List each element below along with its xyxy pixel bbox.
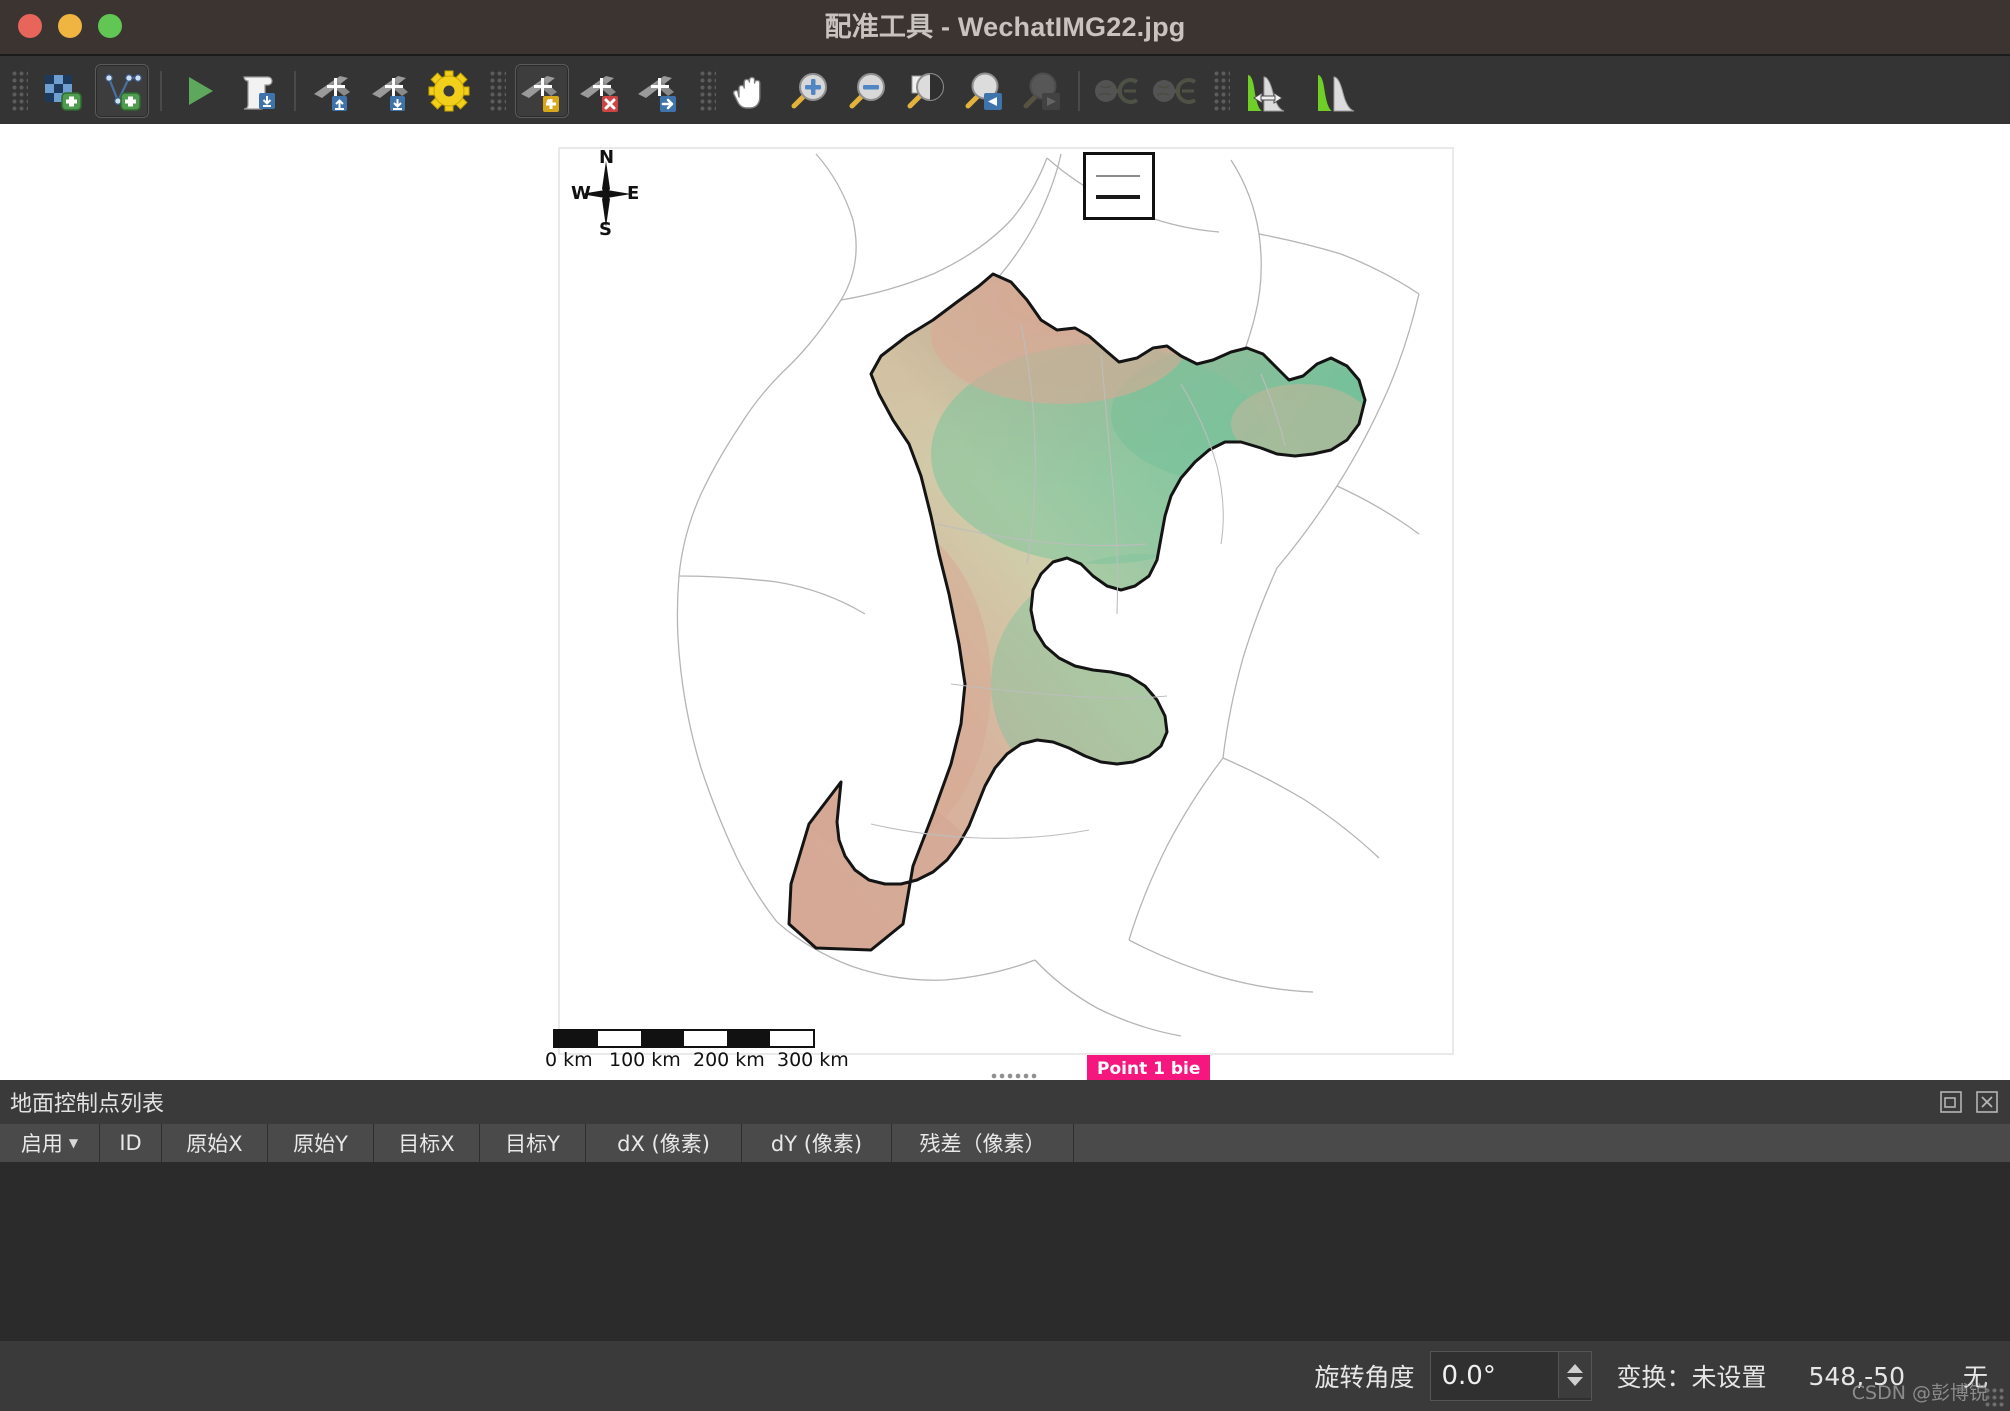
status-bar: 旋转角度 0.0° 变换：未设置 548,-50 无 CSDN @彭博锐: [0, 1340, 2010, 1411]
georeferencer-canvas[interactable]: N S W E 0 km 100 km 200 km 300 km: [0, 124, 2010, 1080]
chevron-down-icon: ▼: [69, 1136, 78, 1150]
add-point-button[interactable]: [515, 64, 569, 118]
toolbar-grip[interactable]: [10, 69, 28, 113]
legend-thin-line: [1096, 175, 1140, 177]
scalebar-tick-3: 300 km: [777, 1049, 849, 1071]
zoom-to-layer-button[interactable]: [899, 65, 951, 117]
scroll-save-icon: [235, 69, 279, 113]
toolbar-grip[interactable]: [488, 69, 506, 113]
rotation-value: 0.0°: [1441, 1361, 1495, 1391]
rotation-label: 旋转角度: [1314, 1358, 1414, 1394]
legend-thick-line: [1096, 195, 1140, 199]
scalebar-bar: [553, 1029, 815, 1048]
link-georeferencer-to-qgis-button[interactable]: [1091, 65, 1143, 117]
zoom-last-icon: [960, 68, 1006, 114]
hand-icon: [727, 67, 775, 115]
gcp-load-icon: [310, 68, 356, 114]
column-header-residual[interactable]: 残差（像素）: [892, 1124, 1074, 1162]
open-raster-button[interactable]: [37, 65, 89, 117]
toolbar-separator: [1078, 71, 1080, 111]
zoom-in-icon: [786, 68, 832, 114]
gcp-table-body[interactable]: [0, 1162, 2010, 1340]
rotation-spinbox[interactable]: 0.0°: [1430, 1351, 1592, 1401]
gcp-move-icon: [636, 68, 682, 114]
map-legend: [1083, 152, 1155, 220]
scalebar-tick-0: 0 km: [545, 1049, 593, 1071]
column-label: 启用: [21, 1128, 63, 1158]
toolbar-separator: [160, 71, 162, 111]
column-header-dy[interactable]: dY (像素): [742, 1124, 892, 1162]
local-histogram-stretch-button[interactable]: [1305, 65, 1365, 117]
column-header-dx[interactable]: dX (像素): [586, 1124, 742, 1162]
gcp-panel-title: 地面控制点列表: [10, 1086, 164, 1118]
toolbar-separator: [294, 71, 296, 111]
map-image[interactable]: N S W E 0 km 100 km 200 km 300 km: [541, 124, 1471, 1080]
compass-south-label: S: [599, 221, 612, 239]
column-header-enable[interactable]: 启用 ▼: [0, 1124, 100, 1162]
zoom-in-button[interactable]: [783, 65, 835, 117]
title-bar: 配准工具 - WechatIMG22.jpg: [0, 0, 2010, 54]
column-header-source-y[interactable]: 原始Y: [268, 1124, 374, 1162]
save-gcp-points-button[interactable]: [365, 65, 417, 117]
compass-west-label: W: [571, 185, 591, 203]
toolbar-grip[interactable]: [698, 69, 716, 113]
gcp-add-icon: [519, 68, 565, 114]
zoom-last-button[interactable]: [957, 65, 1009, 117]
compass-north-label: N: [599, 149, 614, 167]
column-header-source-x[interactable]: 原始X: [162, 1124, 268, 1162]
histogram-stretch-icon: [1240, 67, 1298, 115]
map-render: [541, 124, 1471, 1080]
link-map-alt-icon: [1151, 68, 1199, 114]
zoom-next-icon: [1018, 68, 1064, 114]
gcp-panel: 地面控制点列表 启用 ▼ ID 原始X 原始Y: [0, 1080, 2010, 1340]
compass-rose: N S W E: [571, 149, 641, 239]
toolbar-grip[interactable]: [1212, 69, 1230, 113]
start-georeferencing-button[interactable]: [173, 65, 225, 117]
add-gcp-layer-button[interactable]: [95, 64, 149, 118]
float-panel-button[interactable]: [1938, 1089, 1964, 1115]
histogram-local-icon: [1306, 67, 1364, 115]
column-header-id[interactable]: ID: [100, 1124, 162, 1162]
chevron-up-icon[interactable]: [1567, 1364, 1583, 1373]
rotation-stepper[interactable]: [1558, 1352, 1591, 1398]
scalebar-tick-2: 200 km: [693, 1049, 765, 1071]
link-qgis-to-georeferencer-button[interactable]: [1149, 65, 1201, 117]
delete-point-button[interactable]: [575, 65, 627, 117]
gcp-delete-icon: [578, 68, 624, 114]
zoom-out-icon: [844, 68, 890, 114]
georeferencer-window: 配准工具 - WechatIMG22.jpg: [0, 0, 2010, 1410]
zoom-layer-icon: [902, 68, 948, 114]
close-panel-button[interactable]: [1974, 1089, 2000, 1115]
transformation-settings-button[interactable]: [423, 65, 475, 117]
chevron-down-icon[interactable]: [1567, 1377, 1583, 1386]
window-title: 配准工具 - WechatIMG22.jpg: [0, 0, 2010, 54]
play-green-icon: [177, 69, 221, 113]
transform-status: 变换：未设置: [1616, 1358, 1766, 1394]
gcp-save-icon: [368, 68, 414, 114]
column-header-filler: [1074, 1124, 2010, 1162]
checkerboard-add-icon: [41, 69, 85, 113]
column-header-dest-y[interactable]: 目标Y: [480, 1124, 586, 1162]
column-header-dest-x[interactable]: 目标X: [374, 1124, 480, 1162]
load-gcp-points-button[interactable]: [307, 65, 359, 117]
panel-resize-handle[interactable]: [990, 1072, 1038, 1080]
compass-east-label: E: [627, 185, 639, 203]
gcp-table-header: 启用 ▼ ID 原始X 原始Y 目标X 目标Y dX (像素) dY (像素) …: [0, 1124, 2010, 1162]
gear-yellow-icon: [426, 68, 472, 114]
move-gcp-point-button[interactable]: [633, 65, 685, 117]
point-label: Point 1 bie: [1087, 1055, 1210, 1080]
link-map-icon: [1093, 68, 1141, 114]
map-scalebar: 0 km 100 km 200 km 300 km: [541, 1029, 821, 1077]
pan-map-button[interactable]: [725, 65, 777, 117]
points-add-icon: [100, 69, 144, 113]
scalebar-tick-1: 100 km: [609, 1049, 681, 1071]
gcp-panel-titlebar: 地面控制点列表: [0, 1080, 2010, 1125]
georeferencer-toolbar: [0, 54, 2010, 128]
generate-gdal-script-button[interactable]: [231, 65, 283, 117]
window-resize-grip[interactable]: [1984, 1387, 2006, 1409]
cursor-coordinates: 548,-50: [1808, 1362, 1905, 1391]
full-histogram-stretch-button[interactable]: [1239, 65, 1299, 117]
zoom-out-button[interactable]: [841, 65, 893, 117]
zoom-next-button[interactable]: [1015, 65, 1067, 117]
